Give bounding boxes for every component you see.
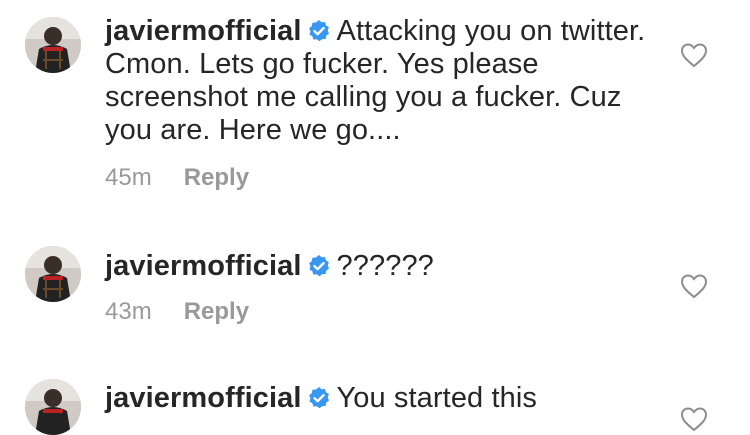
heart-outline-icon[interactable]: [680, 42, 708, 68]
username-link[interactable]: javiermofficial: [105, 250, 302, 282]
comment-body: javiermofficial Attacking you on twitter.…: [105, 15, 650, 147]
reply-button[interactable]: Reply: [184, 164, 249, 191]
avatar[interactable]: [25, 17, 81, 73]
comment-meta: 43m Reply: [105, 298, 249, 326]
verified-badge-icon: [308, 255, 329, 277]
verified-badge-icon: [308, 20, 329, 42]
username-link[interactable]: javiermofficial: [105, 382, 302, 414]
verified-badge-icon: [308, 387, 329, 409]
heart-outline-icon[interactable]: [680, 273, 708, 299]
comment-body: javiermofficial??????: [105, 250, 650, 283]
heart-outline-icon[interactable]: [680, 406, 708, 432]
comment-text: ??????: [336, 250, 434, 282]
avatar[interactable]: [25, 246, 81, 302]
reply-button[interactable]: Reply: [184, 298, 249, 325]
comment-body: javiermofficial You started this: [105, 382, 650, 415]
comment-timestamp: 43m: [105, 298, 152, 325]
comment-timestamp: 45m: [105, 164, 152, 191]
comment-text: You started this: [336, 382, 537, 414]
avatar[interactable]: [25, 379, 81, 435]
comment-meta: 45m Reply: [105, 164, 249, 192]
username-link[interactable]: javiermofficial: [105, 15, 302, 47]
